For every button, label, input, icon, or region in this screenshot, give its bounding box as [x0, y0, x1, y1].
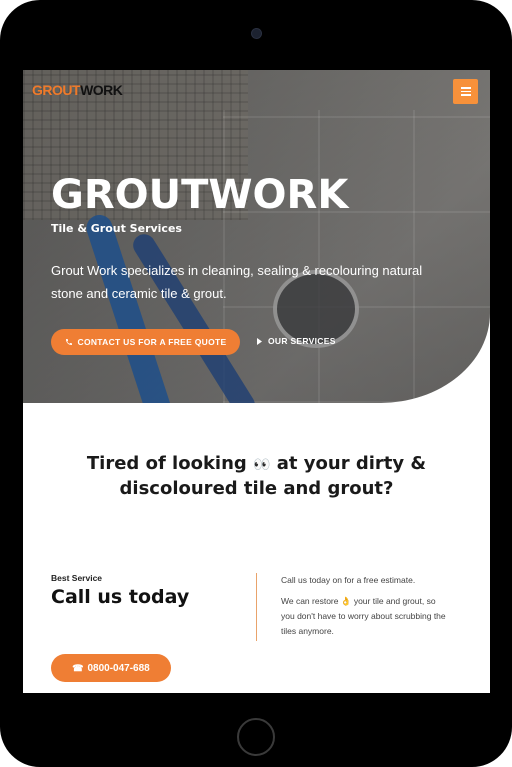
site-logo[interactable]: GROUTWORK [32, 82, 123, 98]
vertical-divider [256, 573, 257, 641]
hamburger-icon-line [460, 94, 471, 96]
menu-button[interactable] [453, 79, 478, 104]
logo-text-work: WORK [80, 82, 123, 98]
contact-quote-label: CONTACT US FOR A FREE QUOTE [77, 337, 227, 347]
eyes-emoji-icon: 👀 [253, 457, 271, 473]
headline-part1: Tired of looking [86, 453, 247, 474]
restore-text: We can restore 👌 your tile and grout, so… [281, 594, 451, 639]
page-screen: GROUTWORK GROUTWORK Tile & Grout Service… [23, 70, 490, 693]
call-us-heading: Call us today [51, 586, 190, 608]
phone-number-button[interactable]: ☎ 0800-047-688 [51, 654, 171, 682]
hero-description: Grout Work specializes in cleaning, seal… [51, 263, 423, 301]
hamburger-icon-line [460, 90, 471, 93]
home-button[interactable] [237, 718, 275, 756]
phone-number-label: 0800-047-688 [87, 662, 150, 674]
our-services-link[interactable]: OUR SERVICES [257, 336, 336, 346]
hero-subtitle: Tile & Grout Services [51, 222, 182, 235]
headline-line2: discoloured tile and grout? [119, 478, 394, 499]
contact-quote-button[interactable]: CONTACT US FOR A FREE QUOTE [51, 329, 240, 355]
logo-text-grout: GROUT [32, 82, 81, 98]
tablet-frame: GROUTWORK GROUTWORK Tile & Grout Service… [0, 0, 512, 767]
ok-hand-emoji-icon: 👌 [340, 596, 352, 606]
headline-part2: at your dirty & [276, 453, 427, 474]
hero-title: GROUTWORK [51, 172, 349, 218]
phone-icon [65, 339, 72, 345]
best-service-label: Best Service [51, 573, 103, 583]
caret-right-icon [257, 337, 262, 345]
hero-background-hose [83, 211, 179, 403]
our-services-label: OUR SERVICES [268, 336, 336, 346]
hamburger-icon [460, 87, 471, 89]
estimate-text: Call us today on for a free estimate. [281, 575, 416, 585]
telephone-icon: ☎ [72, 662, 84, 673]
hero-background-floor [223, 110, 490, 403]
section-headline: Tired of looking 👀 at your dirty & disco… [23, 452, 490, 500]
camera-dot [252, 29, 261, 38]
hero-section: GROUTWORK GROUTWORK Tile & Grout Service… [23, 70, 490, 403]
restore-text-part1: We can restore [281, 596, 339, 606]
